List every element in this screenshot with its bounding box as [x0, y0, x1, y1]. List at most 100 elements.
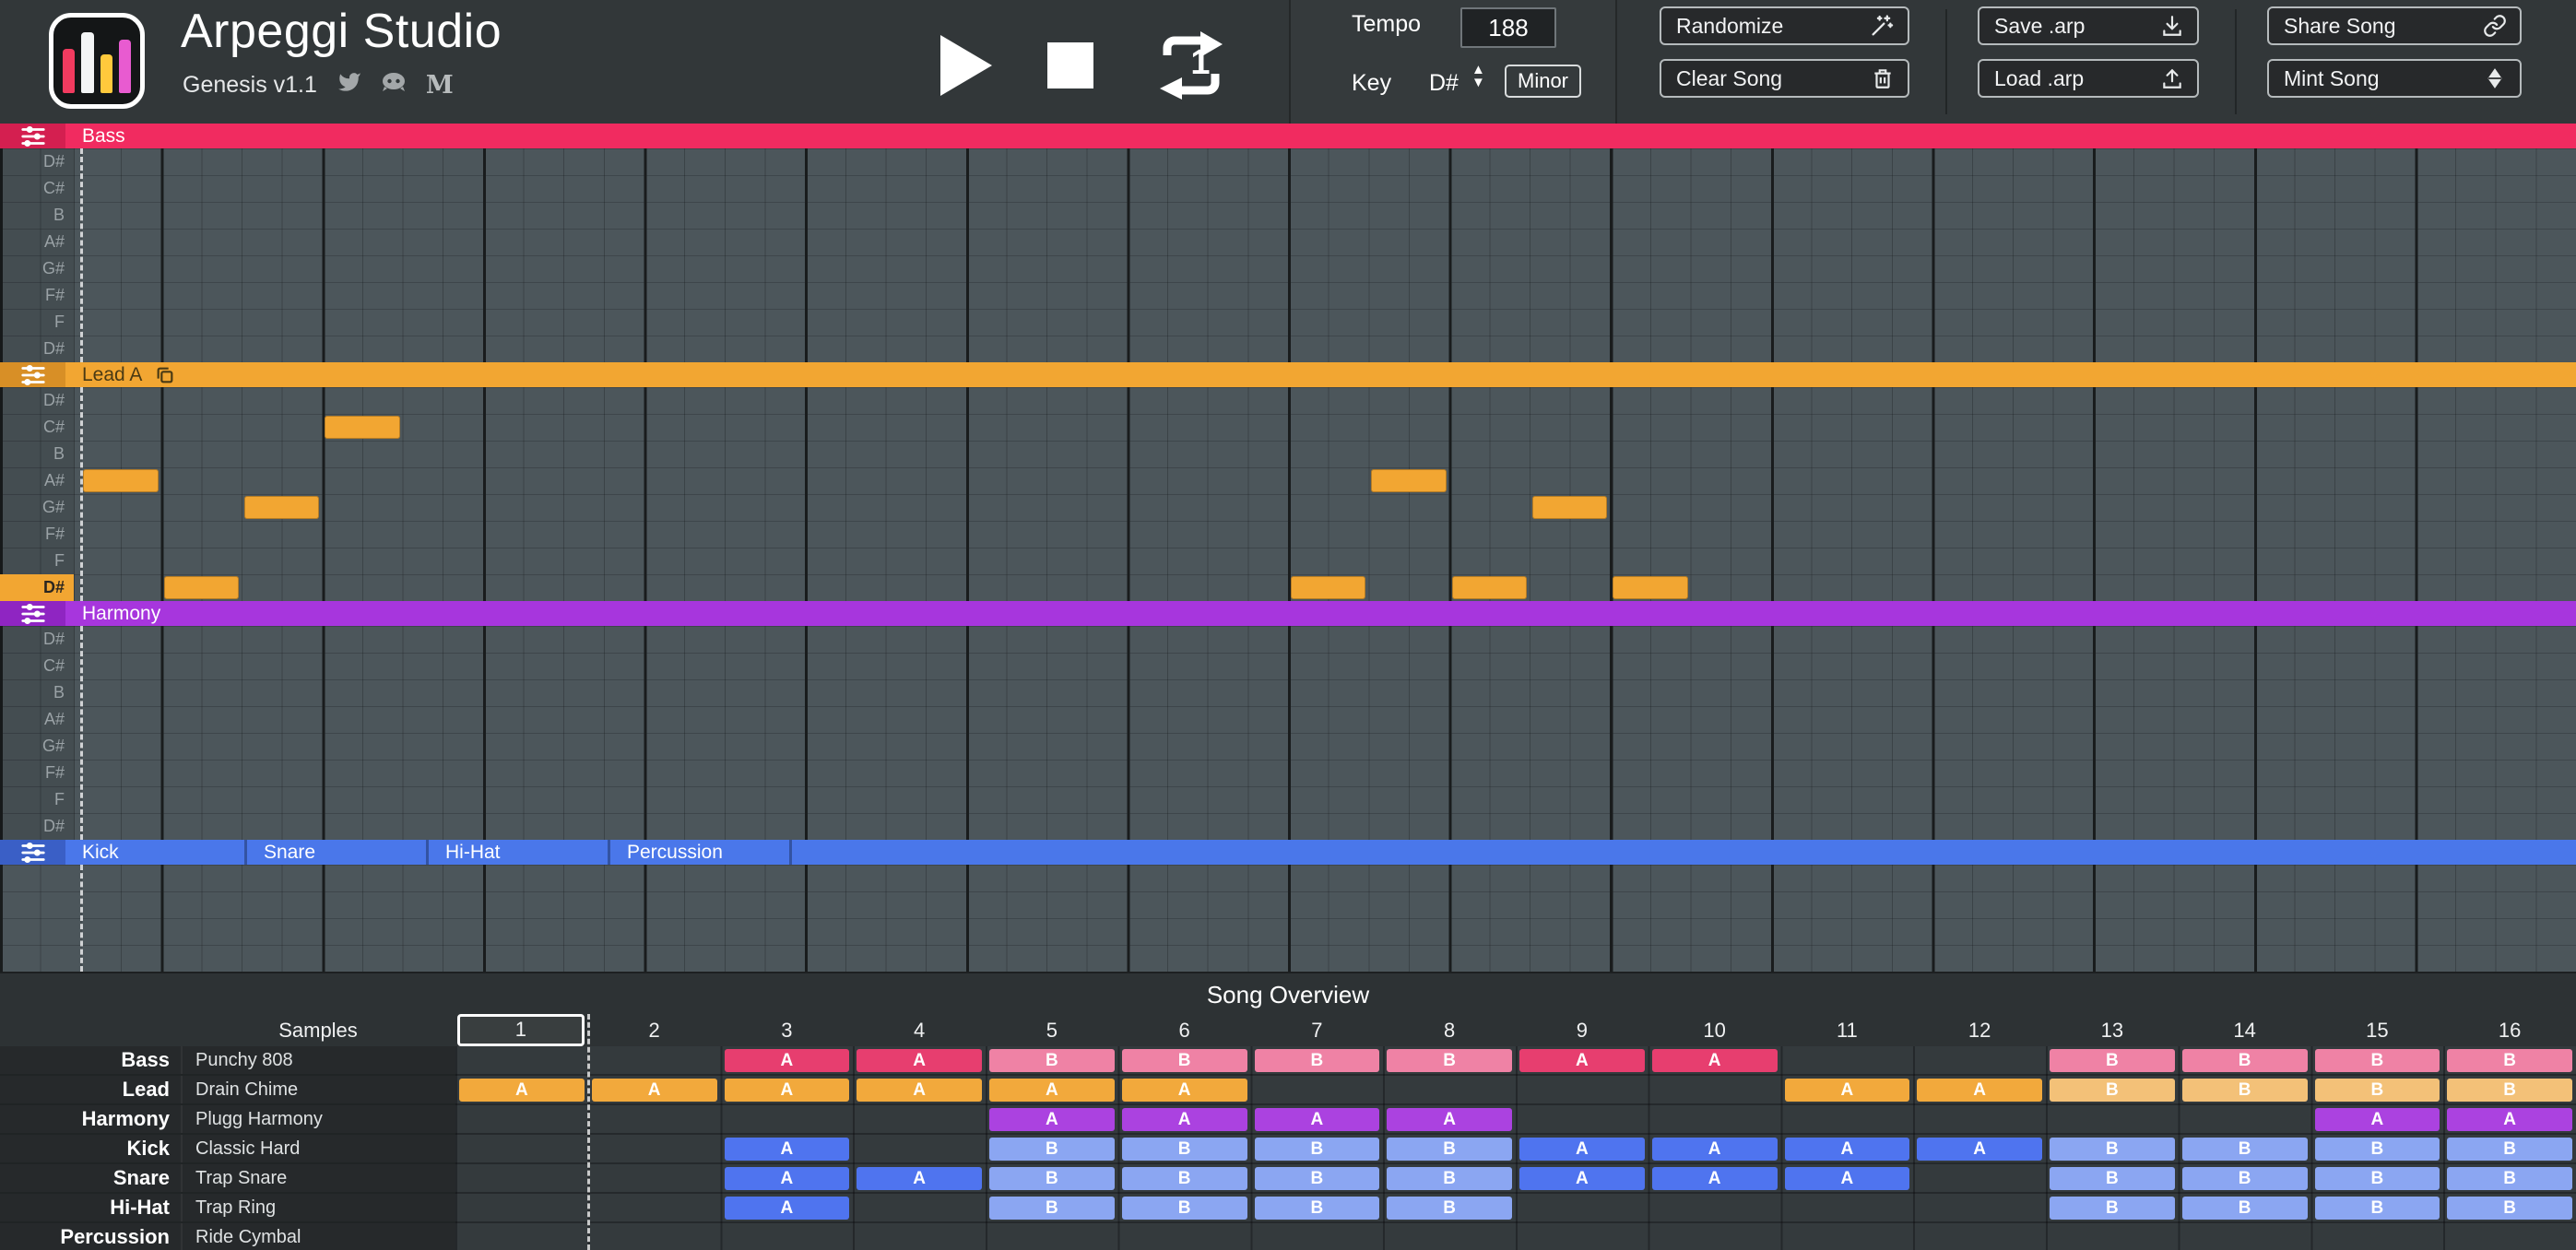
- midi-note[interactable]: [164, 576, 239, 599]
- pattern-cell[interactable]: A: [725, 1167, 850, 1190]
- pattern-cell[interactable]: A: [1122, 1108, 1247, 1131]
- share-song-button[interactable]: Share Song: [2267, 6, 2522, 45]
- bar-number-16[interactable]: 16: [2443, 1014, 2576, 1046]
- pattern-cell[interactable]: A: [1785, 1079, 1910, 1102]
- pattern-cell[interactable]: A: [592, 1079, 717, 1102]
- midi-note[interactable]: [325, 416, 399, 439]
- pattern-cell[interactable]: A: [1387, 1108, 1512, 1131]
- pattern-cell[interactable]: B: [2050, 1138, 2175, 1161]
- overview-sample-name[interactable]: Punchy 808: [181, 1046, 455, 1074]
- pattern-cell[interactable]: B: [2182, 1138, 2308, 1161]
- overview-sample-name[interactable]: Trap Ring: [181, 1194, 455, 1221]
- pattern-cell[interactable]: B: [2315, 1079, 2440, 1102]
- overview-sample-name[interactable]: Classic Hard: [181, 1135, 455, 1162]
- pattern-cell[interactable]: B: [2315, 1167, 2440, 1190]
- pattern-cell[interactable]: A: [857, 1049, 982, 1072]
- pattern-cell[interactable]: B: [2447, 1049, 2572, 1072]
- pattern-cell[interactable]: A: [1917, 1079, 2042, 1102]
- medium-icon[interactable]: M: [426, 71, 454, 100]
- pattern-cell[interactable]: B: [2182, 1049, 2308, 1072]
- scale-chip[interactable]: Minor: [1505, 65, 1581, 98]
- bar-number-2[interactable]: 2: [588, 1014, 721, 1046]
- pattern-cell[interactable]: B: [2182, 1197, 2308, 1220]
- pattern-cell[interactable]: A: [1519, 1167, 1645, 1190]
- track-mixer-icon[interactable]: [0, 601, 65, 626]
- bar-number-14[interactable]: 14: [2179, 1014, 2311, 1046]
- pattern-cell[interactable]: A: [2447, 1108, 2572, 1131]
- twitter-icon[interactable]: [337, 70, 361, 100]
- pattern-cell[interactable]: A: [1652, 1167, 1778, 1190]
- pattern-cell[interactable]: A: [857, 1167, 982, 1190]
- pattern-cell[interactable]: B: [2447, 1079, 2572, 1102]
- pattern-cell[interactable]: B: [2315, 1049, 2440, 1072]
- pattern-cell[interactable]: B: [2182, 1079, 2308, 1102]
- bar-number-3[interactable]: 3: [721, 1014, 854, 1046]
- pattern-cell[interactable]: B: [1122, 1197, 1247, 1220]
- pattern-cell[interactable]: A: [725, 1138, 850, 1161]
- midi-note[interactable]: [1452, 576, 1527, 599]
- bar-number-6[interactable]: 6: [1118, 1014, 1251, 1046]
- drum-tab-hihat[interactable]: Hi-Hat: [429, 840, 610, 865]
- drum-tab-snare[interactable]: Snare: [247, 840, 429, 865]
- pattern-cell[interactable]: B: [989, 1049, 1115, 1072]
- pattern-cell[interactable]: B: [989, 1197, 1115, 1220]
- load-arp-button[interactable]: Load .arp: [1978, 59, 2199, 98]
- bar-number-7[interactable]: 7: [1251, 1014, 1384, 1046]
- pattern-cell[interactable]: A: [1785, 1167, 1910, 1190]
- drum-tab-percussion[interactable]: Percussion: [610, 840, 792, 865]
- pattern-cell[interactable]: B: [1255, 1197, 1380, 1220]
- pattern-cell[interactable]: A: [989, 1108, 1115, 1131]
- pattern-cell[interactable]: B: [2050, 1079, 2175, 1102]
- bar-number-9[interactable]: 9: [1516, 1014, 1648, 1046]
- discord-icon[interactable]: [380, 71, 408, 100]
- pattern-cell[interactable]: B: [2315, 1197, 2440, 1220]
- pattern-cell[interactable]: B: [989, 1138, 1115, 1161]
- pattern-cell[interactable]: B: [1387, 1197, 1512, 1220]
- midi-note[interactable]: [244, 496, 319, 519]
- piano-roll-grid-bass[interactable]: D#C#BA#G#F#FD#: [0, 148, 2576, 362]
- key-down-icon[interactable]: ▼: [1471, 77, 1485, 88]
- bar-number-4[interactable]: 4: [853, 1014, 986, 1046]
- pattern-cell[interactable]: A: [459, 1079, 585, 1102]
- track-mixer-icon[interactable]: [0, 362, 65, 387]
- pattern-cell[interactable]: A: [1519, 1138, 1645, 1161]
- bar-number-10[interactable]: 10: [1648, 1014, 1781, 1046]
- clear-song-button[interactable]: Clear Song: [1660, 59, 1909, 98]
- pattern-cell[interactable]: A: [1122, 1079, 1247, 1102]
- stop-button[interactable]: [1047, 42, 1093, 88]
- pattern-cell[interactable]: B: [1122, 1049, 1247, 1072]
- midi-note[interactable]: [1371, 469, 1446, 492]
- piano-roll-grid-lead-a[interactable]: D#C#BA#G#F#FD#: [0, 387, 2576, 601]
- pattern-cell[interactable]: A: [1255, 1108, 1380, 1131]
- overview-sample-name[interactable]: Drain Chime: [181, 1076, 455, 1103]
- tempo-input[interactable]: [1460, 7, 1556, 48]
- play-button[interactable]: [939, 33, 994, 98]
- bar-number-12[interactable]: 12: [1913, 1014, 2046, 1046]
- midi-note[interactable]: [1532, 496, 1607, 519]
- pattern-cell[interactable]: B: [2447, 1138, 2572, 1161]
- overview-sample-name[interactable]: Trap Snare: [181, 1164, 455, 1192]
- pattern-cell[interactable]: B: [1255, 1049, 1380, 1072]
- pattern-cell[interactable]: A: [1917, 1138, 2042, 1161]
- track-mixer-icon[interactable]: [0, 840, 65, 865]
- pattern-cell[interactable]: A: [725, 1197, 850, 1220]
- overview-sample-name[interactable]: Ride Cymbal: [181, 1223, 455, 1250]
- bar-number-8[interactable]: 8: [1383, 1014, 1516, 1046]
- track-mixer-icon[interactable]: [0, 124, 65, 148]
- copy-pattern-icon[interactable]: [155, 365, 175, 385]
- pattern-cell[interactable]: B: [1255, 1167, 1380, 1190]
- pattern-cell[interactable]: B: [2315, 1138, 2440, 1161]
- pattern-cell[interactable]: B: [989, 1167, 1115, 1190]
- pattern-cell[interactable]: A: [725, 1049, 850, 1072]
- pattern-cell[interactable]: B: [1387, 1167, 1512, 1190]
- loop-one-button[interactable]: 1: [1147, 31, 1235, 100]
- pattern-cell[interactable]: A: [725, 1079, 850, 1102]
- pattern-cell[interactable]: B: [2050, 1167, 2175, 1190]
- midi-note[interactable]: [83, 469, 158, 492]
- key-stepper[interactable]: ▲ ▼: [1471, 65, 1485, 88]
- bar-number-13[interactable]: 13: [2046, 1014, 2179, 1046]
- bar-number-1[interactable]: 1: [457, 1014, 585, 1046]
- pattern-cell[interactable]: A: [2315, 1108, 2440, 1131]
- save-arp-button[interactable]: Save .arp: [1978, 6, 2199, 45]
- pattern-cell[interactable]: B: [1387, 1138, 1512, 1161]
